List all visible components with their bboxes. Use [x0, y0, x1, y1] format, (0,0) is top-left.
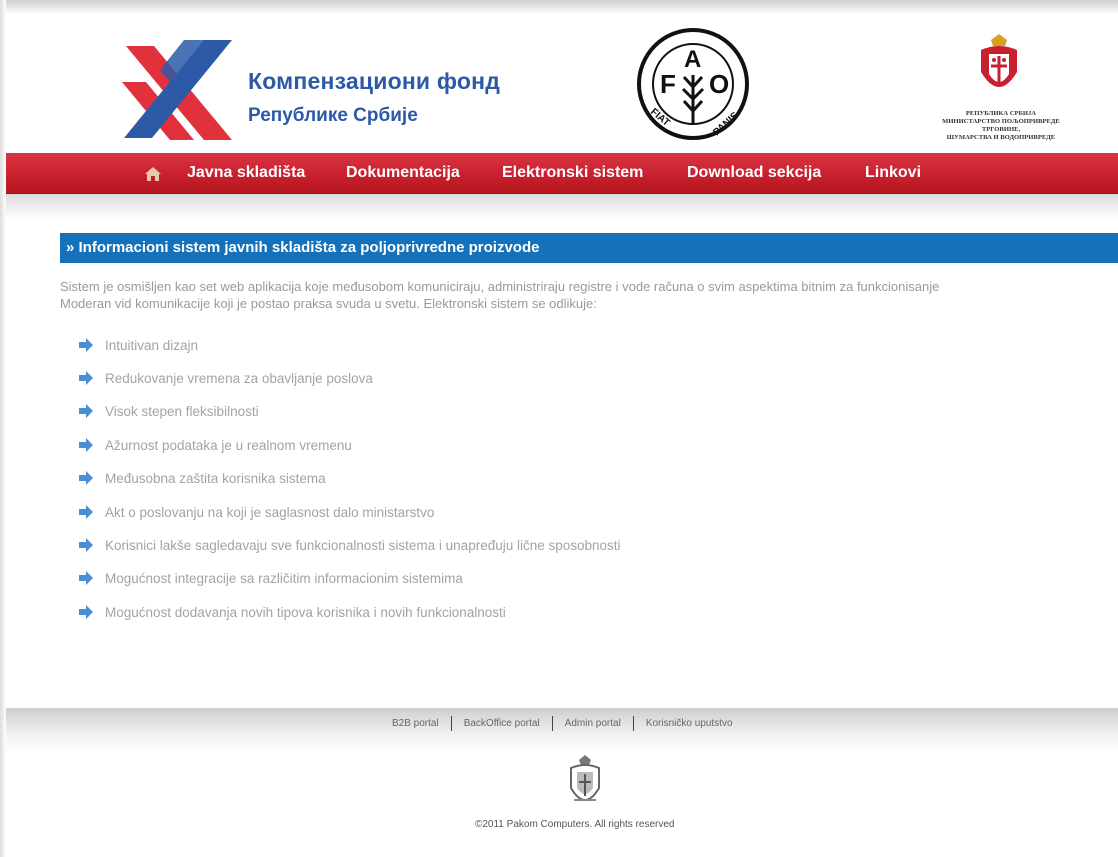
- arrow-right-icon: [79, 371, 93, 385]
- svg-text:PANIS: PANIS: [711, 110, 741, 138]
- ministry-text: РЕПУБЛИКА СРБИЈА МИНИСТАРСТВО ПОЉОПРИВРЕ…: [906, 110, 1096, 142]
- footer-link-b2b-portal[interactable]: B2B portal: [392, 718, 439, 729]
- nav-shadow: [6, 194, 1118, 220]
- footer-link-backoffice-portal[interactable]: BackOffice portal: [464, 718, 540, 729]
- intro-line: Sistem je osmišljen kao set web aplikaci…: [60, 279, 940, 294]
- fao-logo: F A O FIAT PANIS: [637, 28, 749, 140]
- list-item: Akt o poslovanju na koji je saglasnost d…: [78, 504, 678, 524]
- intro-text: Sistem je osmišljen kao set web aplikaci…: [60, 278, 1118, 318]
- section-header: » Informacioni sistem javnih skladišta z…: [60, 233, 1118, 263]
- feature-text: Mogućnost dodavanja novih tipova korisni…: [105, 605, 506, 620]
- footer-separator: [450, 716, 452, 731]
- list-item: Međusobna zaštita korisnika sistema: [78, 470, 678, 490]
- list-item: Intuitivan dizajn: [78, 337, 678, 357]
- arrow-right-icon: [79, 571, 93, 585]
- footer-separator: [632, 716, 634, 731]
- nav-item-javna-skladista[interactable]: Javna skladišta: [187, 164, 305, 182]
- arrow-right-icon: [79, 404, 93, 418]
- feature-text: Mogućnost integracije sa različitim info…: [105, 571, 463, 586]
- list-item: Redukovanje vremena za obavljanje poslov…: [78, 370, 678, 390]
- section-title: » Informacioni sistem javnih skladišta z…: [66, 239, 540, 256]
- feature-text: Intuitivan dizajn: [105, 338, 199, 353]
- ministry-line: МИНИСТАРСТВО ПОЉОПРИВРЕДЕ: [942, 118, 1060, 125]
- svg-text:F: F: [660, 69, 676, 99]
- ministry-line: ТРГОВИНЕ,: [981, 126, 1021, 133]
- list-item: Mogućnost integracije sa različitim info…: [78, 570, 678, 590]
- footer-crest-icon: [570, 755, 600, 801]
- feature-text: Ažurnost podataka je u realnom vremenu: [105, 438, 352, 453]
- svg-text:O: O: [709, 69, 729, 99]
- feature-text: Redukovanje vremena za obavljanje poslov…: [105, 371, 373, 386]
- nav-item-linkovi[interactable]: Linkovi: [865, 164, 921, 182]
- arrow-right-icon: [79, 438, 93, 452]
- list-item: Korisnici lakše sagledavaju sve funkcion…: [78, 537, 678, 557]
- footer-band: [6, 708, 1118, 754]
- feature-text: Akt o poslovanju na koji je saglasnost d…: [105, 505, 435, 520]
- svg-text:A: A: [684, 46, 701, 73]
- list-item: Visok stepen fleksibilnosti: [78, 403, 678, 423]
- ministry-line: РЕПУБЛИКА СРБИЈА: [965, 110, 1037, 117]
- serbian-crest: [981, 34, 1017, 87]
- list-item: Ažurnost podataka je u realnom vremenu: [78, 437, 678, 457]
- arrow-right-icon: [79, 538, 93, 552]
- site-header: Компензациони фонд Републике Србије F A …: [0, 10, 1118, 153]
- list-item: Mogućnost dodavanja novih tipova korisni…: [78, 604, 678, 624]
- intro-line: Moderan vid komunikacije koji je postao …: [60, 296, 597, 311]
- compensation-fund-logo[interactable]: [120, 38, 236, 148]
- nav-item-dokumentacija[interactable]: Dokumentacija: [346, 164, 460, 182]
- arrow-right-icon: [79, 505, 93, 519]
- main-nav: Javna skladišta Dokumentacija Elektronsk…: [6, 153, 1118, 194]
- feature-text: Visok stepen fleksibilnosti: [105, 404, 259, 419]
- footer-link-admin-portal[interactable]: Admin portal: [565, 718, 621, 729]
- footer-separator: [551, 716, 553, 731]
- org-title: Компензациони фонд: [248, 68, 501, 94]
- home-icon[interactable]: [144, 166, 162, 182]
- arrow-right-icon: [79, 471, 93, 485]
- footer-link-user-manual[interactable]: Korisničko uputstvo: [646, 718, 733, 729]
- footer-links: B2B portal BackOffice portal Admin portal K…: [392, 716, 733, 731]
- nav-item-elektronski-sistem[interactable]: Elektronski sistem: [502, 164, 643, 182]
- ministry-line: ШУМАРСТВА И ВОДОПРИВРЕДЕ: [946, 134, 1056, 141]
- arrow-right-icon: [79, 605, 93, 619]
- feature-text: Korisnici lakše sagledavaju sve funkcion…: [105, 538, 621, 553]
- arrow-right-icon: [79, 338, 93, 352]
- nav-item-download-sekcija[interactable]: Download sekcija: [687, 164, 821, 182]
- feature-text: Međusobna zaštita korisnika sistema: [105, 471, 326, 486]
- org-subtitle: Републике Србије: [248, 105, 418, 126]
- copyright-text: ©2011 Pakom Computers. All rights reserv…: [475, 819, 675, 830]
